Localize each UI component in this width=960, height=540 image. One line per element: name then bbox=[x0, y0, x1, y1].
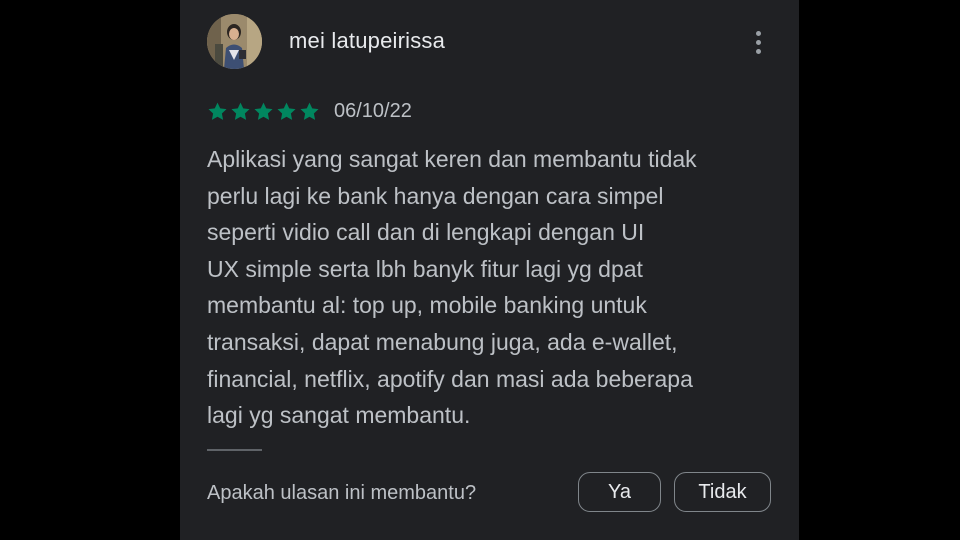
divider bbox=[207, 449, 262, 451]
star-icon bbox=[253, 101, 274, 122]
review-card: mei latupeirissa 06/10/22 Aplikasi yang … bbox=[180, 0, 799, 540]
menu-dot bbox=[755, 30, 761, 36]
star-rating bbox=[207, 101, 320, 122]
helpful-yes-button[interactable]: Ya bbox=[578, 472, 661, 512]
rating-row: 06/10/22 bbox=[207, 99, 412, 123]
reviewer-avatar bbox=[207, 14, 262, 69]
review-text-line: Aplikasi yang sangat keren dan membantu … bbox=[207, 146, 697, 172]
star-icon bbox=[207, 101, 228, 122]
review-text-line: financial, netflix, apotify dan masi ada… bbox=[207, 365, 693, 392]
review-date: 06/10/22 bbox=[334, 99, 412, 122]
star-icon bbox=[299, 101, 320, 122]
review-text-line: lagi yg sangat membantu. bbox=[207, 402, 471, 429]
review-text-line: seperti vidio call dan di lengkapi denga… bbox=[207, 219, 645, 246]
review-text-line: perlu lagi ke bank hanya dengan cara sim… bbox=[207, 182, 664, 209]
review-text-line: membantu al: top up, mobile banking untu… bbox=[207, 292, 647, 319]
reviewer-name: mei latupeirissa bbox=[289, 28, 446, 53]
star-icon bbox=[276, 101, 297, 122]
menu-dot bbox=[755, 48, 761, 54]
helpful-question: Apakah ulasan ini membantu? bbox=[207, 482, 477, 504]
review-text-line: UX simple serta lbh banyk fitur lagi yg … bbox=[207, 255, 643, 282]
review-body: Aplikasi yang sangat keren dan membantu … bbox=[207, 141, 777, 434]
menu-dot bbox=[755, 39, 761, 45]
helpful-no-button[interactable]: Tidak bbox=[674, 472, 771, 512]
more-options-icon[interactable] bbox=[745, 24, 771, 60]
star-icon bbox=[230, 101, 251, 122]
review-text-line: transaksi, dapat menabung juga, ada e-wa… bbox=[207, 328, 678, 355]
